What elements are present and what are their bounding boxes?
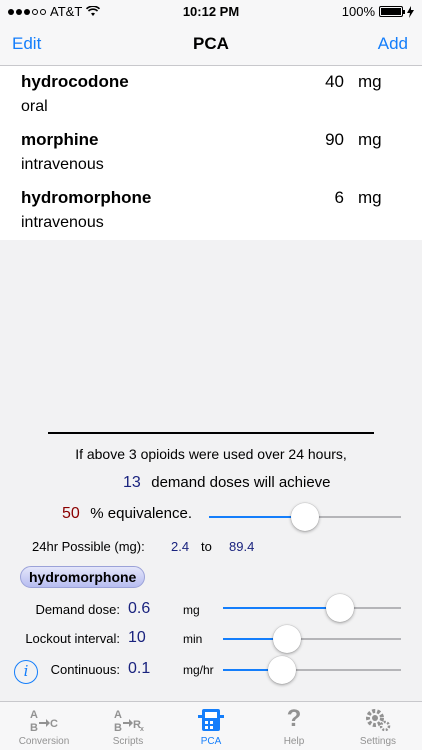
drug-unit: mg (358, 72, 382, 91)
conversion-icon: A B C (2, 707, 86, 734)
continuous-unit: mg/hr (183, 663, 214, 677)
svg-text:B: B (30, 722, 38, 733)
slider-thumb[interactable] (326, 594, 355, 622)
slider-thumb[interactable] (267, 656, 296, 684)
continuous-value: 0.1 (128, 660, 151, 677)
drug-dose: 6 (334, 188, 344, 207)
lockout-value: 10 (128, 629, 146, 646)
equivalence-percent: 50 (62, 505, 80, 522)
tab-help[interactable]: ? Help (252, 702, 336, 750)
lockout-label: Lockout interval: (25, 631, 120, 646)
opioid-list: hydrocodone oral 40 mg morphine intraven… (0, 66, 422, 240)
tab-label: PCA (200, 736, 222, 747)
equivalence-slider[interactable] (209, 503, 401, 531)
svg-text:B: B (114, 722, 122, 733)
tab-settings[interactable]: Settings (336, 702, 420, 750)
demand-doses-text: demand doses will achieve (151, 474, 331, 491)
list-item[interactable]: hydromorphone intravenous 6 mg (0, 182, 422, 240)
drug-name: hydromorphone (21, 188, 152, 207)
drug-name: morphine (21, 130, 99, 149)
pca-pump-icon (169, 707, 253, 733)
list-item[interactable]: morphine intravenous 90 mg (0, 124, 422, 182)
equivalence-line: 50 % equivalence. (62, 505, 192, 523)
demand-doses-count: 13 (123, 474, 141, 491)
svg-text:x: x (140, 726, 144, 733)
possible-to: to (201, 539, 212, 554)
tab-conversion[interactable]: A B C Conversion (2, 702, 86, 750)
demand-doses-line: 13 demand doses will achieve (123, 474, 331, 492)
scripts-icon: A B R x (86, 707, 170, 734)
drug-dose: 40 (325, 72, 344, 91)
divider (48, 432, 374, 434)
lockout-slider[interactable] (223, 625, 401, 653)
demand-dose-value: 0.6 (128, 600, 151, 617)
svg-text:A: A (114, 709, 122, 721)
svg-text:C: C (50, 718, 58, 730)
battery-icon (379, 6, 405, 17)
question-icon: ? (286, 705, 302, 732)
demand-dose-label: Demand dose: (35, 602, 120, 617)
drug-route: intravenous (21, 214, 104, 231)
intro-text: If above 3 opioids were used over 24 hou… (75, 446, 347, 462)
equivalence-text: % equivalence. (90, 505, 192, 522)
list-item[interactable]: hydrocodone oral 40 mg (0, 66, 422, 124)
slider-thumb[interactable] (273, 625, 302, 653)
drug-route: intravenous (21, 156, 104, 173)
add-button[interactable]: Add (378, 34, 408, 54)
charging-icon (407, 5, 414, 18)
possible-low: 2.4 (171, 539, 190, 554)
tab-label: Settings (359, 736, 397, 747)
possible-label: 24hr Possible (mg): (32, 539, 145, 554)
continuous-label: Continuous: (50, 662, 120, 677)
battery-percent: 100% (341, 4, 375, 19)
lockout-unit: min (183, 632, 203, 646)
tab-label: Conversion (18, 736, 70, 747)
drug-name: hydrocodone (21, 72, 129, 91)
tab-scripts[interactable]: A B R x Scripts (86, 702, 170, 750)
drug-unit: mg (358, 188, 382, 207)
navigation-bar: Edit PCA Add (0, 22, 422, 66)
tab-pca[interactable]: PCA (169, 702, 253, 750)
continuous-slider[interactable] (223, 656, 401, 684)
svg-text:A: A (30, 709, 38, 721)
drug-dose: 90 (325, 130, 344, 149)
status-bar: AT&T 10:12 PM 100% (0, 0, 422, 22)
slider-thumb[interactable] (291, 503, 319, 531)
drug-unit: mg (358, 130, 382, 149)
demand-dose-unit: mg (183, 603, 200, 617)
drug-route: oral (21, 98, 48, 115)
selected-drug-button[interactable]: hydromorphone (20, 566, 146, 588)
tab-bar: A B C Conversion A B R x Scripts PCA ? H… (0, 701, 422, 750)
page-title: PCA (193, 34, 229, 53)
tab-label: Help (283, 736, 305, 747)
demand-dose-slider[interactable] (223, 594, 401, 622)
gear-icon (336, 707, 420, 733)
tab-label: Scripts (112, 736, 144, 747)
possible-high: 89.4 (229, 539, 255, 554)
